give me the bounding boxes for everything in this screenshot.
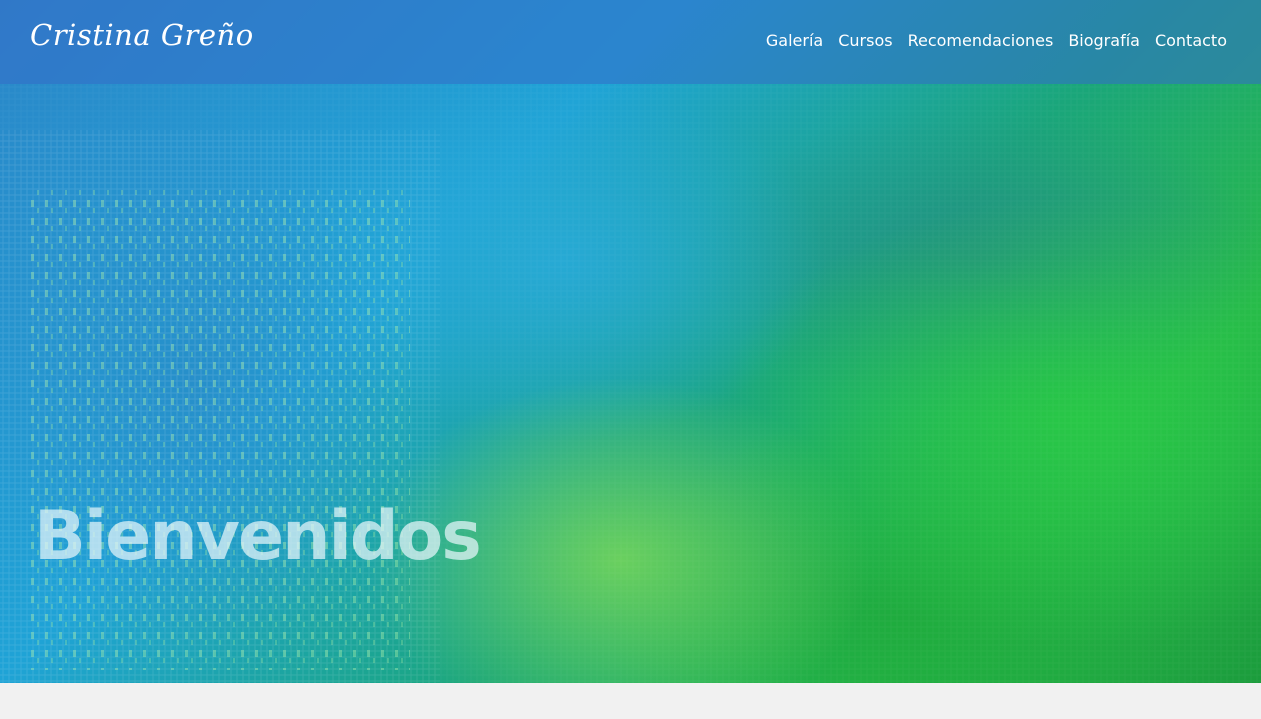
- nav-link-contacto[interactable]: Contacto: [1155, 31, 1227, 50]
- top-navigation-bar: Cristina Greño Galería Cursos Recomendac…: [0, 0, 1261, 84]
- content-section-start: [0, 683, 1261, 719]
- hero-title: Bienvenidos: [34, 497, 482, 576]
- hero-background-painting: Cristina Greño Galería Cursos Recomendac…: [0, 0, 1261, 683]
- nav-link-galeria[interactable]: Galería: [766, 31, 823, 50]
- main-navigation: Galería Cursos Recomendaciones Biografía…: [766, 31, 1227, 50]
- nav-link-recomendaciones[interactable]: Recomendaciones: [908, 31, 1054, 50]
- nav-link-biografia[interactable]: Biografía: [1068, 31, 1140, 50]
- site-logo[interactable]: Cristina Greño: [30, 18, 254, 52]
- canvas-texture-overlay: [0, 84, 1261, 683]
- nav-link-cursos[interactable]: Cursos: [838, 31, 892, 50]
